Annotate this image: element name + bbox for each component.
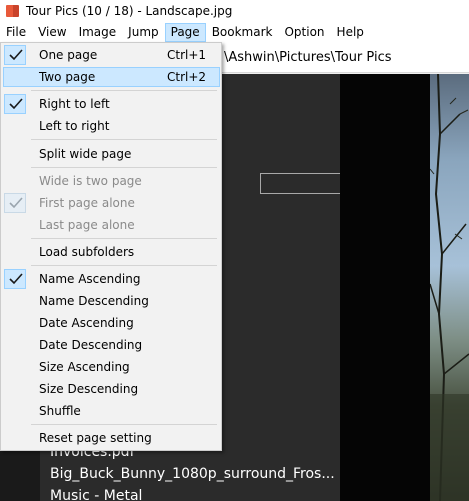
menu-item-name-descending[interactable]: Name Descending [3,291,220,311]
checkmark-icon [4,193,26,213]
menu-image[interactable]: Image [73,23,123,42]
menu-item-first-page-alone: First page alone [3,193,220,213]
menu-option[interactable]: Option [278,23,330,42]
menu-separator [31,265,217,266]
list-item[interactable]: Big_Buck_Bunny_1080p_surround_Fros... [50,463,340,485]
menu-view[interactable]: View [32,23,72,42]
menu-page[interactable]: Page [164,23,206,42]
address-path: \Ashwin\Pictures\Tour Pics [224,50,392,65]
menu-separator [31,424,217,425]
menu-item-two-page[interactable]: Two page Ctrl+2 [3,67,220,87]
menu-item-last-page-alone: Last page alone [39,218,135,232]
menu-help[interactable]: Help [331,23,370,42]
menu-separator [31,139,217,140]
checkmark-icon [4,45,26,65]
menu-separator [31,167,217,168]
menu-item-load-subfolders[interactable]: Load subfolders [3,242,220,262]
menu-separator [31,238,217,239]
menu-item-one-page[interactable]: One page Ctrl+1 [3,45,220,65]
title-bar: Tour Pics (10 / 18) - Landscape.jpg [0,0,469,22]
filter-input[interactable] [260,173,340,194]
checkmark-icon [4,269,26,289]
menu-item-size-ascending[interactable]: Size Ascending [3,357,220,377]
landscape-image [430,74,469,501]
menu-item-name-ascending[interactable]: Name Ascending [3,269,220,289]
menu-item-split-wide-page[interactable]: Split wide page [3,144,220,164]
checkmark-icon [4,94,26,114]
menu-file[interactable]: File [0,23,32,42]
menu-bookmark[interactable]: Bookmark [206,23,279,42]
menu-item-wide-is-two-page: Wide is two page [39,174,142,188]
menu-item-reset-page-setting[interactable]: Reset page setting [3,428,220,448]
menu-jump[interactable]: Jump [122,23,164,42]
window-title: Tour Pics (10 / 18) - Landscape.jpg [26,4,233,18]
menu-item-date-ascending[interactable]: Date Ascending [3,313,220,333]
menu-item-size-descending[interactable]: Size Descending [3,379,220,399]
book-icon [6,4,20,18]
list-item[interactable]: Music - Metal [50,485,340,501]
page-gap [340,74,430,501]
menu-item-date-descending[interactable]: Date Descending [3,335,220,355]
menu-bar: File View Image Jump Page Bookmark Optio… [0,22,469,43]
menu-item-right-to-left[interactable]: Right to left [3,94,220,114]
menu-item-left-to-right[interactable]: Left to right [3,116,220,136]
menu-item-shuffle[interactable]: Shuffle [3,401,220,421]
menu-separator [31,90,217,91]
page-menu-dropdown: One page Ctrl+1 Two page Ctrl+2 Right to… [0,42,222,451]
